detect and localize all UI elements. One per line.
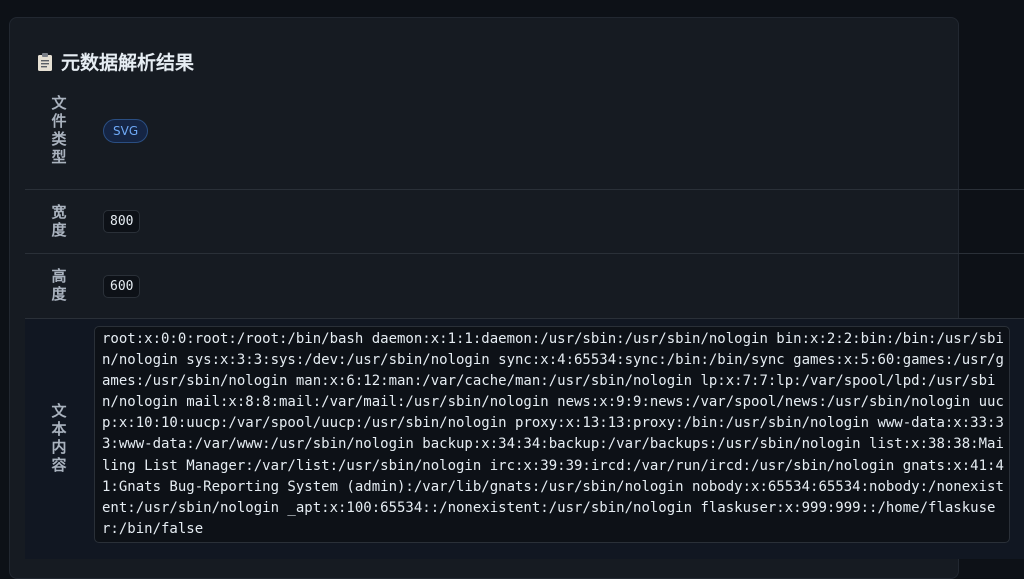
file-type-label: 文件类型 — [49, 95, 68, 167]
panel-title: 元数据解析结果 — [37, 48, 194, 75]
file-type-badge: SVG — [103, 119, 149, 143]
height-value: 600 — [103, 274, 141, 298]
table-row-height: 高度 600 — [25, 254, 1024, 319]
row-label-cell: 文本内容 — [25, 319, 93, 559]
text-content-value[interactable]: root:x:0:0:root:/root:/bin/bash daemon:x… — [94, 326, 1010, 543]
row-label-cell: 文件类型 — [25, 73, 93, 189]
row-value-cell: SVG — [93, 73, 149, 189]
table-row-file-type: 文件类型 SVG — [25, 73, 1024, 190]
table-row-text-content: 文本内容 root:x:0:0:root:/root:/bin/bash dae… — [25, 319, 1024, 559]
width-value: 800 — [103, 210, 141, 233]
panel-title-text: 元数据解析结果 — [61, 52, 195, 74]
metadata-table: 文件类型 SVG 宽度 800 高度 600 文本内容 root:x:0:0:r… — [25, 73, 1024, 559]
row-label-cell: 高度 — [25, 254, 93, 318]
clipboard-icon — [38, 52, 52, 71]
row-value-cell: 600 — [93, 254, 141, 318]
table-row-width: 宽度 800 — [25, 190, 1024, 254]
row-label-cell: 宽度 — [25, 190, 93, 253]
width-label: 宽度 — [49, 203, 68, 240]
text-content-label: 文本内容 — [49, 403, 68, 475]
height-label: 高度 — [49, 268, 68, 304]
row-value-cell: 800 — [93, 190, 141, 253]
